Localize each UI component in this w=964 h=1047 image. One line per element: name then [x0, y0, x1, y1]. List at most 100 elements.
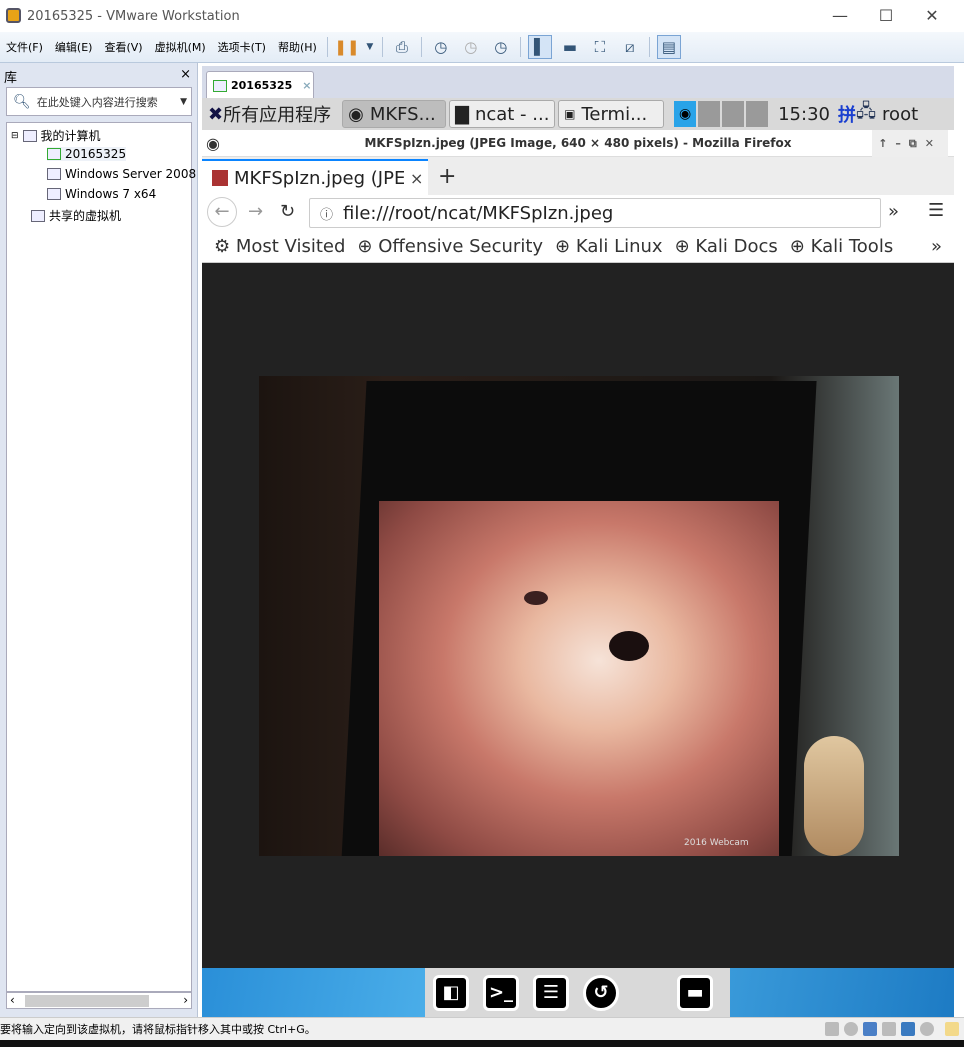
window-titlebar: 20165325 - VMware Workstation — ☐ ✕ [0, 0, 964, 32]
notes-icon[interactable] [945, 1022, 959, 1036]
bookmarks-overflow-button[interactable]: » [931, 236, 942, 257]
library-panel: 库 × 🔍︎ 在此处键入内容进行搜索 ▼ ⊟ 我的计算机 20165325 Win… [0, 63, 198, 1017]
minimize-button[interactable]: — [818, 4, 862, 28]
send-ctrl-alt-del-icon[interactable]: ⎙ [390, 35, 414, 59]
tree-shared-vms[interactable]: 共享的虚拟机 [31, 207, 121, 224]
image-favicon-icon [212, 170, 228, 186]
firefox-window-controls[interactable]: ↑–⧉✕ [872, 130, 948, 157]
url-bar[interactable]: ⓘ file:///root/ncat/MKFSpIzn.jpeg [309, 198, 881, 228]
taskbar-edge [0, 1040, 964, 1047]
menu-bar: 文件(F) 编辑(E) 查看(V) 虚拟机(M) 选项卡(T) 帮助(H) ❚❚… [0, 32, 964, 63]
search-icon: 🔍︎ [13, 93, 31, 110]
snapshot-manager-icon[interactable]: ◷ [489, 35, 513, 59]
taskbar-firefox[interactable]: ◉ MKFS... [342, 100, 447, 128]
show-library-icon[interactable]: ▌ [527, 35, 552, 59]
close-button[interactable]: ✕ [910, 4, 954, 28]
hard-disk-icon[interactable] [825, 1022, 839, 1036]
fullscreen-icon[interactable]: ⛶ [588, 35, 612, 59]
sound-icon[interactable] [901, 1022, 915, 1036]
maximize-button[interactable]: ☐ [864, 4, 908, 28]
url-input[interactable]: file:///root/ncat/MKFSpIzn.jpeg [343, 203, 613, 224]
snapshot-icon[interactable]: ◷ [429, 35, 453, 59]
menu-vm[interactable]: 虚拟机(M) [149, 39, 212, 55]
tree-my-computer[interactable]: ⊟ 我的计算机 [11, 127, 101, 144]
status-bar: 要将输入定向到该虚拟机，请将鼠标指针移入其中或按 Ctrl+G。 [0, 1017, 964, 1040]
forward-button[interactable]: → [248, 201, 263, 222]
vm-icon [47, 188, 61, 200]
image-viewer: 2016 Webcam [202, 263, 954, 968]
firefox-window-title: MKFSpIzn.jpeg (JPEG Image, 640 × 480 pix… [364, 136, 792, 150]
info-icon: ⓘ [320, 207, 334, 223]
dropdown-arrow-icon[interactable]: ▼ [365, 35, 375, 59]
workspace-4[interactable] [746, 101, 769, 127]
tree-vm-windows-7[interactable]: Windows 7 x64 [47, 187, 156, 201]
menu-tabs[interactable]: 选项卡(T) [212, 39, 272, 55]
cd-icon[interactable] [844, 1022, 858, 1036]
kali-dock: ◧ >_ ☰ ↺ ▬ [425, 968, 730, 1017]
firefox-navbar: ← → ↻ ⓘ file:///root/ncat/MKFSpIzn.jpeg … [202, 195, 954, 231]
menu-help[interactable]: 帮助(H) [272, 39, 323, 55]
reload-button[interactable]: ↻ [280, 201, 295, 222]
menu-view[interactable]: 查看(V) [98, 39, 148, 55]
library-close-button[interactable]: × [180, 67, 191, 82]
menu-edit[interactable]: 编辑(E) [49, 39, 99, 55]
bookmark-offensive-security[interactable]: ⊕ Offensive Security [357, 236, 543, 257]
network-adapter-icon[interactable] [863, 1022, 877, 1036]
bookmark-most-visited[interactable]: ⚙ Most Visited [214, 236, 345, 257]
tree-vm-windows-server[interactable]: Windows Server 2008 [47, 167, 196, 181]
kali-dragon-icon[interactable]: ↺ [583, 974, 619, 1011]
computer-icon [22, 129, 37, 142]
firefox-tab[interactable]: MKFSpIzn.jpeg (JPEG Image × [202, 159, 428, 195]
workspace-2[interactable] [698, 101, 721, 127]
taskbar-ncat[interactable]: ▇ ncat - ... [449, 100, 556, 128]
firefox-tab-bar: MKFSpIzn.jpeg (JPEG Image × + [202, 157, 954, 195]
vm-area: 20165325 × ✖ 所有应用程序 ◉ MKFS... ▇ ncat - ...… [202, 66, 954, 1017]
tree-vm-20165325[interactable]: 20165325 [47, 147, 127, 161]
thumbnail-bar-icon[interactable]: ▬ [558, 35, 582, 59]
folder-icon: ▇ [455, 103, 469, 125]
library-search[interactable]: 🔍︎ 在此处键入内容进行搜索 ▼ [6, 87, 192, 116]
clock[interactable]: 15:30 [778, 104, 830, 125]
window-title: 20165325 - VMware Workstation [27, 8, 240, 24]
nav-overflow-button[interactable]: » [888, 201, 899, 222]
horizontal-scrollbar[interactable]: ‹ › [6, 992, 192, 1009]
workspace-1[interactable]: ◉ [674, 101, 697, 127]
back-button[interactable]: ← [207, 197, 237, 227]
network-icon[interactable]: 🖧 [856, 99, 876, 129]
bookmarks-toolbar: ⚙ Most Visited ⊕ Offensive Security ⊕ Ka… [202, 231, 954, 263]
applications-icon: ✖ [208, 103, 224, 125]
vm-tree: ⊟ 我的计算机 20165325 Windows Server 2008 Wind… [6, 122, 196, 992]
firefox-titlebar: ◉ MKFSpIzn.jpeg (JPEG Image, 640 × 480 p… [202, 130, 954, 157]
webcam-icon[interactable] [920, 1022, 934, 1036]
tab-close-button[interactable]: × [302, 79, 311, 92]
file-manager-icon[interactable]: ▬ [677, 974, 713, 1011]
user-menu[interactable]: root [882, 104, 918, 125]
vm-icon [47, 168, 61, 180]
terminal-icon[interactable]: >_ [483, 974, 519, 1011]
console-view-icon[interactable]: ▤ [656, 35, 681, 59]
firefox-window-icon: ◉ [206, 134, 220, 153]
search-input[interactable]: 在此处键入内容进行搜索 [37, 94, 158, 110]
printer-icon[interactable] [882, 1022, 896, 1036]
bookmark-kali-linux[interactable]: ⊕ Kali Linux [555, 236, 663, 257]
revert-snapshot-icon[interactable]: ◷ [459, 35, 483, 59]
workspace-switcher-icon[interactable]: ◧ [433, 974, 469, 1011]
bookmark-kali-tools[interactable]: ⊕ Kali Tools [790, 236, 893, 257]
ime-indicator[interactable]: 拼 [838, 101, 856, 127]
tab-close-icon[interactable]: × [410, 169, 423, 188]
workspace-3[interactable] [722, 101, 745, 127]
bookmark-kali-docs[interactable]: ⊕ Kali Docs [675, 236, 778, 257]
taskbar-terminal[interactable]: ▣ Termi... [558, 100, 665, 128]
new-tab-button[interactable]: + [438, 164, 456, 189]
hamburger-menu-button[interactable]: ☰ [928, 200, 944, 221]
status-text: 要将输入定向到该虚拟机，请将鼠标指针移入其中或按 Ctrl+G。 [0, 1023, 316, 1036]
applications-menu[interactable]: 所有应用程序 [223, 101, 331, 127]
unity-icon[interactable]: ⧄ [618, 35, 642, 59]
pause-icon[interactable]: ❚❚ [334, 35, 359, 59]
terminal-icon: ▣ [564, 107, 576, 121]
task-manager-icon[interactable]: ☰ [533, 974, 569, 1011]
kali-top-panel: ✖ 所有应用程序 ◉ MKFS... ▇ ncat - ... ▣ Termi... … [202, 98, 954, 130]
chevron-down-icon[interactable]: ▼ [180, 97, 187, 107]
tab-20165325[interactable]: 20165325 × [206, 71, 314, 99]
menu-file[interactable]: 文件(F) [0, 39, 49, 55]
